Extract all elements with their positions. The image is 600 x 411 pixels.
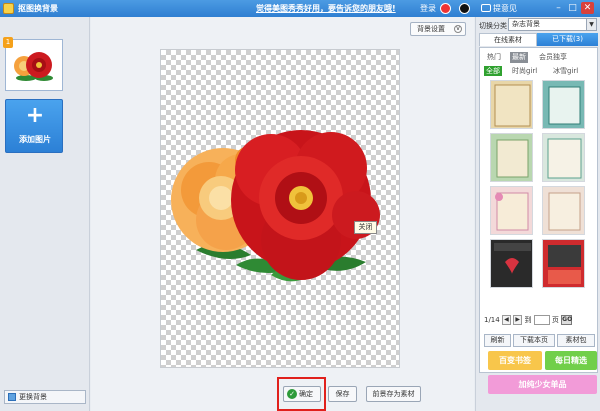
magazine-cover-image — [494, 243, 531, 274]
filter-ice-girl[interactable]: 冰雪girl — [551, 66, 580, 76]
page-unit-label: 页 — [551, 316, 559, 324]
bookmark-promo-button[interactable]: 百变书签 — [488, 351, 542, 370]
frame-image — [547, 138, 582, 179]
material-thumbnail[interactable] — [542, 80, 585, 129]
editor-area: 背景设置 v 关闭 ✓ 确定 保存 前景存为素材 — [91, 17, 474, 411]
save-as-material-button[interactable]: 前景存为素材 — [366, 386, 421, 402]
category-label: 切换分类 — [479, 22, 507, 30]
frame-image — [496, 139, 529, 178]
prev-page-button[interactable]: ◀ — [501, 315, 511, 325]
next-page-button[interactable]: ▶ — [513, 315, 523, 325]
maximize-button[interactable]: □ — [566, 2, 579, 14]
material-thumbnail[interactable] — [542, 133, 585, 182]
material-thumbnail[interactable] — [490, 80, 533, 129]
image-icon — [8, 393, 16, 401]
page-number-input[interactable] — [533, 315, 550, 325]
material-thumbnail[interactable] — [490, 133, 533, 182]
frame-image — [495, 192, 529, 231]
subtab-hot[interactable]: 热门 — [485, 52, 503, 63]
close-tooltip: 关闭 — [354, 221, 377, 234]
confirm-button[interactable]: ✓ 确定 — [283, 386, 321, 402]
weibo-icon[interactable] — [440, 3, 451, 14]
material-thumbnail[interactable] — [490, 186, 533, 235]
app-title: 抠图换背景 — [18, 4, 58, 13]
background-settings-dropdown[interactable]: 背景设置 v — [410, 22, 466, 36]
chevron-down-icon: v — [454, 25, 462, 33]
check-icon: ✓ — [287, 389, 297, 399]
title-bar: 抠图换背景 觉得美图秀秀好用，要告诉您的朋友哦! 登录 提意见 – □ ✕ — [0, 0, 600, 17]
frame-image — [494, 84, 531, 127]
confirm-label: 确定 — [299, 390, 313, 398]
material-thumbnail[interactable] — [490, 239, 533, 288]
qq-icon[interactable] — [459, 3, 470, 14]
daily-picks-button[interactable]: 每日精选 — [545, 351, 597, 370]
peony-cutout-image — [171, 130, 380, 282]
tab-downloaded[interactable]: 已下载(3) — [537, 33, 598, 46]
material-pack-button[interactable]: 素材包 — [557, 334, 595, 347]
frame-image — [548, 192, 581, 231]
pagination: 1/14 ◀ ▶ 到 页 GO — [484, 315, 572, 326]
magazine-cover-image — [548, 245, 581, 284]
girl-items-button[interactable]: 加纯少女单品 — [488, 375, 597, 394]
plus-icon: + — [25, 103, 45, 128]
category-value: 杂志背景 — [512, 20, 540, 28]
material-thumbnail[interactable] — [542, 239, 585, 288]
feedback-icon — [481, 4, 491, 12]
left-panel: 1 + 添加图片 更换背景 — [0, 17, 90, 411]
subtab-vip[interactable]: 会员独享 — [537, 52, 569, 63]
red-peony — [231, 130, 380, 280]
close-button[interactable]: ✕ — [581, 2, 594, 14]
chevron-down-icon: ▼ — [586, 19, 596, 30]
go-button[interactable]: GO — [561, 315, 572, 325]
refresh-button[interactable]: 刷新 — [484, 334, 511, 347]
add-image-button[interactable]: + 添加图片 — [5, 99, 63, 153]
background-settings-label: 背景设置 — [417, 25, 445, 33]
app-logo-icon — [3, 3, 14, 14]
thumbnail-badge: 1 — [3, 37, 13, 48]
login-link[interactable]: 登录 — [420, 3, 436, 14]
transparent-canvas[interactable] — [160, 49, 400, 368]
add-image-label: 添加图片 — [19, 135, 51, 144]
page-info: 1/14 — [484, 316, 500, 324]
minimize-button[interactable]: – — [552, 2, 565, 14]
category-select[interactable]: 杂志背景 ▼ — [508, 18, 597, 31]
filter-all[interactable]: 全部 — [484, 66, 502, 76]
promo-link[interactable]: 觉得美图秀秀好用，要告诉您的朋友哦! — [256, 3, 396, 14]
subtab-newest[interactable]: 最新 — [510, 52, 528, 63]
save-button[interactable]: 保存 — [328, 386, 357, 402]
material-thumbnail[interactable] — [542, 186, 585, 235]
change-background-label: 更换背景 — [19, 393, 47, 401]
page-to-label: 到 — [524, 316, 532, 324]
tab-online-materials[interactable]: 在线素材 — [479, 33, 537, 46]
frame-image — [548, 86, 581, 125]
material-panel: 切换分类 杂志背景 ▼ 在线素材 已下载(3) 热门 最新 会员独享 全部 时尚… — [475, 17, 600, 411]
change-background-button[interactable]: 更换背景 — [4, 390, 86, 404]
filter-fashion-girl[interactable]: 时尚girl — [510, 66, 539, 76]
peony-thumbnail-image — [14, 52, 53, 81]
feedback-link[interactable]: 提意见 — [493, 3, 517, 14]
image-thumbnail[interactable]: 1 — [3, 37, 63, 91]
material-list: 热门 最新 会员独享 全部 时尚girl 冰雪girl 1/14 ◀ ▶ 到 页… — [479, 47, 598, 394]
download-page-button[interactable]: 下载本页 — [513, 334, 555, 347]
